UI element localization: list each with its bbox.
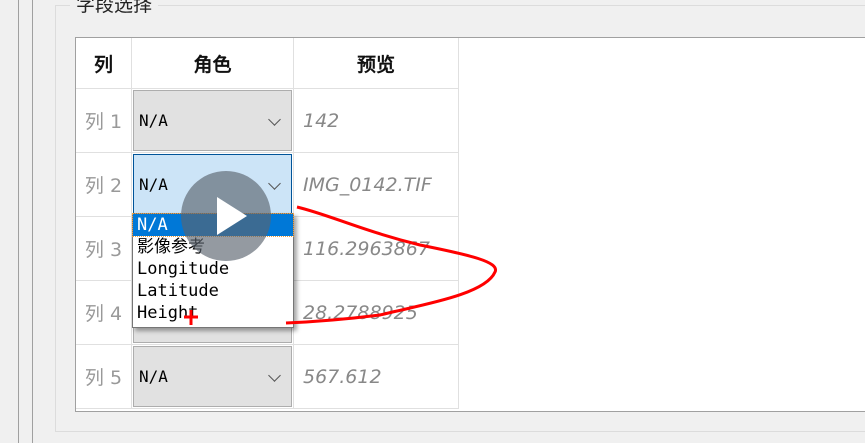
red-annotation <box>184 205 497 325</box>
annotation-stroke <box>285 205 497 325</box>
cursor-crosshair-icon <box>184 310 198 325</box>
